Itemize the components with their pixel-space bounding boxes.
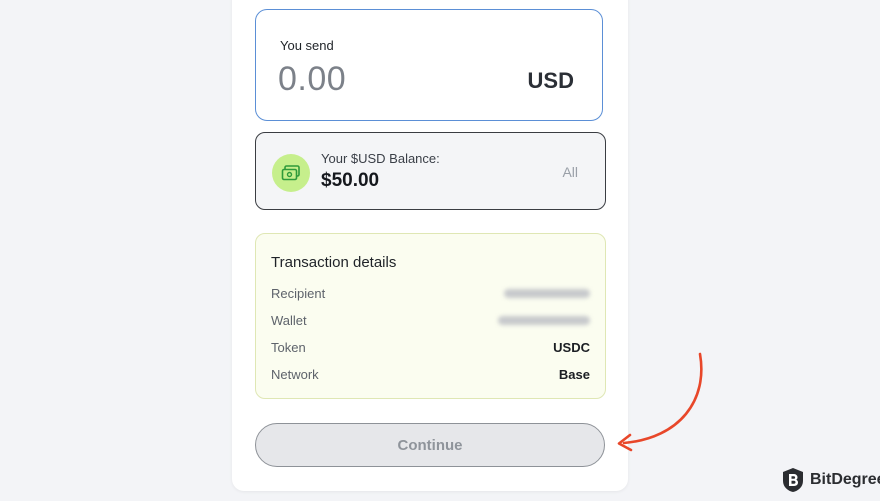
transaction-row-value: Base (558, 367, 590, 382)
transaction-row-label: Network (271, 367, 319, 382)
transaction-row-value: USDC (553, 340, 590, 355)
transaction-row-label: Token (271, 340, 306, 355)
transaction-details-card: Transaction details Recipient Wallet Tok… (255, 233, 606, 399)
bitdegree-logo-text: BitDegree (810, 471, 880, 488)
transaction-row-recipient: Recipient (271, 286, 590, 304)
bitdegree-logo: BitDegree (782, 467, 880, 493)
wallet-value-blurred (498, 316, 590, 325)
balance-card: Your $USD Balance: $50.00 All (255, 132, 606, 210)
transaction-row-wallet: Wallet (271, 313, 590, 331)
send-amount-card[interactable]: You send 0.00 USD (255, 9, 603, 121)
transaction-row-label: Wallet (271, 313, 307, 328)
balance-label: Your $USD Balance: (321, 151, 440, 166)
transaction-row-label: Recipient (271, 286, 326, 301)
transaction-details-title: Transaction details (271, 254, 397, 271)
recipient-value-blurred (504, 289, 590, 298)
send-amount-input[interactable]: 0.00 (278, 60, 346, 99)
balance-value: $50.00 (321, 170, 380, 191)
transaction-row-network: Network Base (271, 367, 590, 385)
bitdegree-shield-icon (783, 468, 803, 492)
send-currency: USD (527, 68, 574, 93)
use-all-balance-button[interactable]: All (562, 164, 578, 180)
continue-button[interactable]: Continue (255, 423, 605, 467)
wallet-cash-icon (272, 154, 310, 192)
annotation-arrow-icon (617, 352, 703, 452)
transaction-row-token: Token USDC (271, 340, 590, 358)
send-label: You send (280, 38, 334, 53)
